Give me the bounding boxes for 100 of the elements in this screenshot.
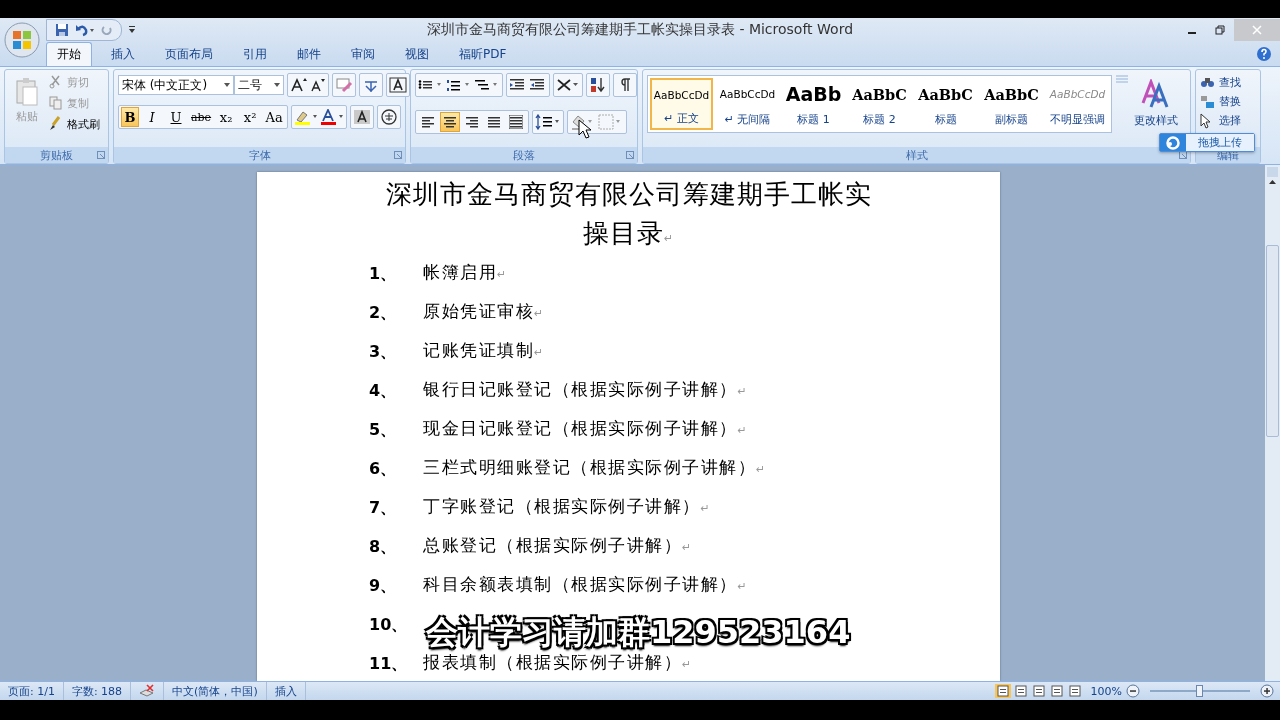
restore-icon[interactable] bbox=[1215, 25, 1225, 35]
insert-mode-status[interactable]: 插入 bbox=[266, 682, 306, 700]
editing-button[interactable]: 查找 bbox=[1200, 73, 1241, 92]
format-button[interactable]: Aa bbox=[263, 107, 286, 127]
font-color-icon[interactable] bbox=[320, 109, 345, 125]
list-item: 丁字账登记（根据实际例子讲解）↵ bbox=[423, 496, 712, 518]
align-button[interactable] bbox=[440, 112, 460, 132]
item-number: 10、 bbox=[369, 614, 409, 635]
close-icon bbox=[1252, 25, 1262, 35]
format-button[interactable]: abe bbox=[189, 107, 214, 127]
vertical-scrollbar[interactable] bbox=[1265, 165, 1280, 681]
style-option[interactable]: AaBbC 副标题 bbox=[980, 78, 1043, 130]
multilevel-list-icon[interactable] bbox=[474, 77, 500, 93]
customize-icon[interactable] bbox=[128, 25, 136, 35]
style-option[interactable]: AaBbCcDd ↵ 无间隔 bbox=[716, 78, 779, 130]
brush-icon bbox=[49, 116, 63, 132]
undo-icon[interactable] bbox=[75, 23, 95, 37]
ribbon-tab[interactable]: 引用 bbox=[232, 42, 278, 66]
zoom-out-icon[interactable] bbox=[1126, 684, 1140, 698]
ribbon-tab[interactable]: 审阅 bbox=[340, 42, 386, 66]
format-button[interactable]: B bbox=[121, 107, 139, 127]
ribbon-tab[interactable]: 视图 bbox=[394, 42, 440, 66]
chinese-layout-icon[interactable] bbox=[556, 77, 580, 93]
item-number: 6、 bbox=[369, 458, 398, 479]
ribbon-tab[interactable]: 页面布局 bbox=[154, 42, 224, 66]
scroll-up-icon[interactable] bbox=[1268, 179, 1277, 185]
list-item: 科目余额表填制（根据实际例子讲解）↵ bbox=[423, 574, 749, 596]
format-button[interactable]: x₂ bbox=[215, 107, 238, 127]
item-number: 4、 bbox=[369, 380, 398, 401]
style-option[interactable]: AaBbC 标题 2 bbox=[848, 78, 911, 130]
clear-format-icon[interactable] bbox=[335, 77, 353, 93]
line-spacing-icon[interactable] bbox=[535, 114, 561, 130]
align-right-icon bbox=[465, 115, 479, 129]
style-option[interactable]: AaBbC 标题 bbox=[914, 78, 977, 130]
decrease-indent-icon[interactable] bbox=[509, 77, 527, 93]
zoom-level: 100% bbox=[1090, 684, 1122, 698]
font-name-field[interactable]: 宋体 (中文正文) bbox=[118, 75, 234, 95]
item-number: 5、 bbox=[369, 419, 398, 440]
item-number: 3、 bbox=[369, 341, 398, 362]
highlight-icon[interactable] bbox=[294, 109, 319, 125]
align-button[interactable] bbox=[506, 112, 526, 132]
draft-view-icon[interactable] bbox=[1066, 684, 1083, 698]
align-distributed-icon bbox=[509, 115, 523, 129]
dropdown-arrow-icon bbox=[274, 83, 280, 87]
enclose-character-icon[interactable] bbox=[380, 109, 399, 125]
list-item: 帐簿启用↵ bbox=[423, 262, 508, 284]
document-title: 深圳市金马商贸有限公司筹建期手工帐实操目录↵ bbox=[384, 178, 873, 250]
ribbon-tab[interactable]: 福昕PDF bbox=[448, 42, 518, 66]
gallery-scrollbar[interactable] bbox=[1116, 75, 1128, 83]
character-shading-icon[interactable] bbox=[353, 109, 372, 125]
align-left-icon bbox=[421, 115, 435, 129]
group-label: 样式 bbox=[905, 147, 928, 163]
font-size-field[interactable]: 二号 bbox=[234, 75, 284, 95]
list-item: 报表填制（根据实际例子讲解）↵ bbox=[423, 652, 693, 674]
clipboard-button[interactable]: 格式刷 bbox=[49, 115, 100, 133]
cut-icon bbox=[49, 74, 63, 90]
status-text: 字数: 188 bbox=[63, 682, 132, 700]
outline-view-icon[interactable] bbox=[1048, 684, 1065, 698]
group-label: 段落 bbox=[513, 147, 535, 163]
clipboard-icon bbox=[15, 77, 39, 107]
dropdown-arrow-icon bbox=[224, 83, 230, 87]
sort-icon[interactable] bbox=[589, 77, 607, 93]
group-label: 剪贴板 bbox=[40, 147, 73, 163]
item-number: 9、 bbox=[369, 575, 398, 596]
copy-icon bbox=[49, 95, 63, 111]
style-option[interactable]: AaBb 标题 1 bbox=[782, 78, 845, 130]
help-icon[interactable] bbox=[1256, 46, 1272, 62]
ribbon-tab[interactable]: 开始 bbox=[46, 42, 92, 66]
item-number: 2、 bbox=[369, 302, 398, 323]
upload-popup[interactable]: 拖拽上传 bbox=[1159, 133, 1255, 152]
print-layout-icon[interactable] bbox=[994, 684, 1011, 698]
style-option[interactable]: AaBbCcDd 不明显强调 bbox=[1046, 78, 1109, 130]
format-button[interactable]: x² bbox=[239, 107, 262, 127]
zoom-in-icon[interactable] bbox=[1260, 684, 1274, 698]
list-item: 总账登记（根据实际例子讲解）↵ bbox=[423, 535, 693, 557]
format-button[interactable]: U bbox=[165, 107, 187, 127]
increase-indent-icon[interactable] bbox=[529, 77, 547, 93]
numbering-icon[interactable] bbox=[446, 77, 472, 93]
character-border-icon[interactable] bbox=[389, 77, 407, 93]
save-icon[interactable] bbox=[55, 23, 69, 37]
editing-button[interactable]: 选择 bbox=[1200, 111, 1241, 130]
list-item: 现金日记账登记（根据实际例子讲解）↵ bbox=[423, 418, 749, 440]
shrink-font-icon[interactable] bbox=[310, 77, 326, 93]
reading-layout-icon[interactable] bbox=[1012, 684, 1029, 698]
style-option[interactable]: AaBbCcDd ↵ 正文 bbox=[650, 78, 713, 130]
web-layout-icon[interactable] bbox=[1030, 684, 1047, 698]
language-status[interactable]: 中文(简体，中国) bbox=[164, 682, 267, 700]
list-item: 银行日记账登记（根据实际例子讲解）↵ bbox=[423, 379, 749, 401]
ribbon-tab[interactable]: 插入 bbox=[100, 42, 146, 66]
select-icon bbox=[1200, 112, 1213, 129]
list-item: 记账凭证填制↵ bbox=[423, 340, 545, 362]
proofing-icon[interactable] bbox=[139, 684, 156, 698]
editing-button[interactable]: 替换 bbox=[1200, 92, 1241, 111]
change-styles-button[interactable]: 更改样式 bbox=[1132, 75, 1180, 132]
item-number: 7、 bbox=[369, 497, 398, 518]
ribbon-tab[interactable]: 邮件 bbox=[286, 42, 332, 66]
office-button[interactable] bbox=[4, 22, 40, 58]
letters-a-icon bbox=[1141, 79, 1171, 109]
format-button[interactable]: I bbox=[141, 107, 163, 127]
grow-font-icon[interactable] bbox=[290, 77, 308, 93]
